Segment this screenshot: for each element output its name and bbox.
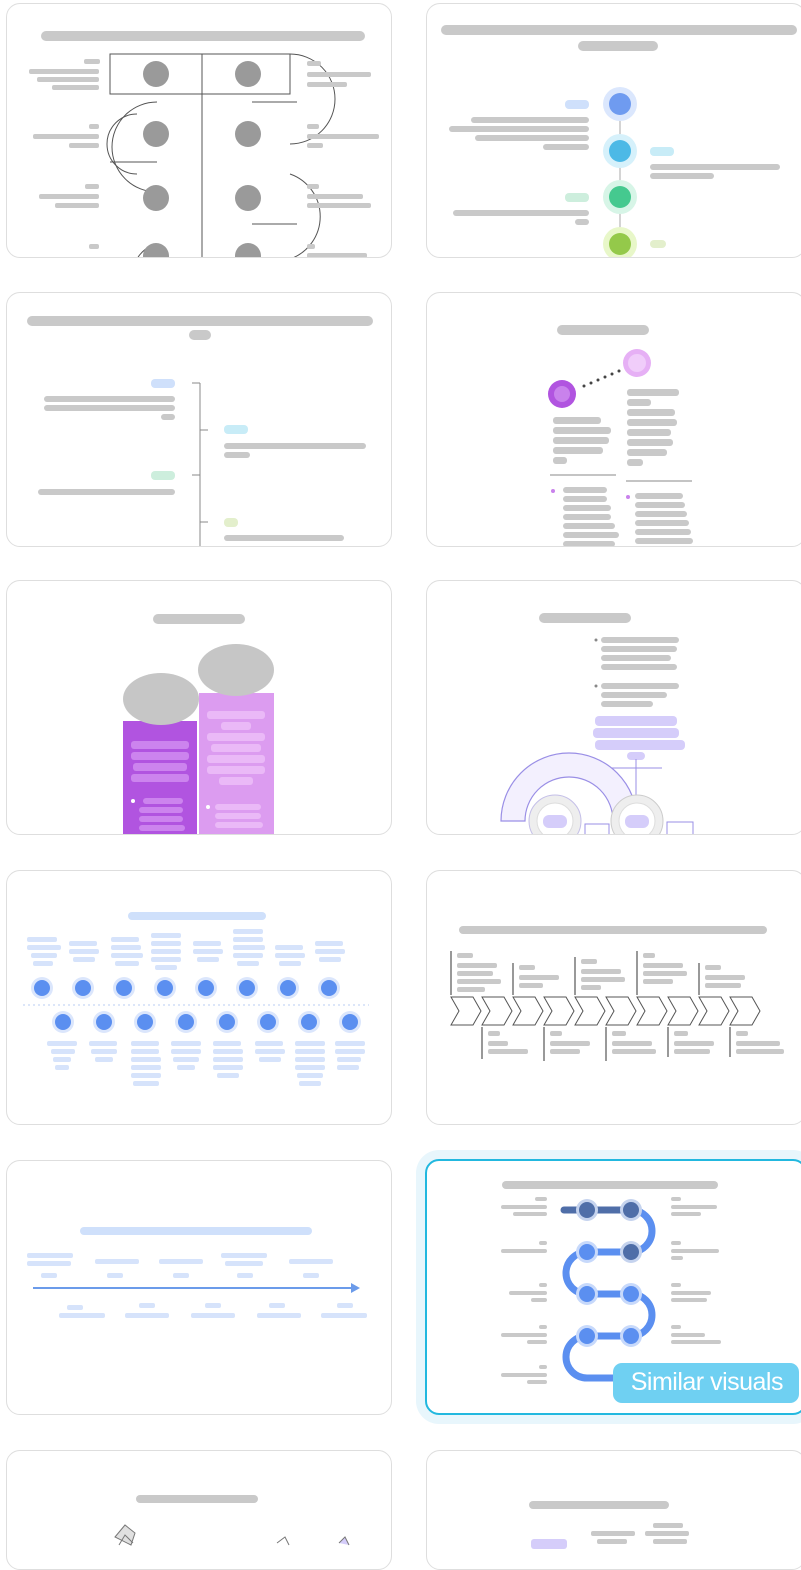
card-blue-serpentine[interactable]: Similar visuals [425, 1159, 801, 1415]
card-text-partial[interactable] [426, 1450, 801, 1570]
card-semicircle-diagram[interactable] [426, 580, 801, 835]
similar-visuals-badge[interactable]: Similar visuals [612, 1363, 799, 1403]
card-vertical-dot-timeline[interactable] [426, 3, 801, 258]
card-vertical-line-timeline[interactable] [6, 292, 392, 547]
card-illustration-partial[interactable] [6, 1450, 392, 1570]
card-chevron-process[interactable] [426, 870, 801, 1125]
card-arrow-timeline[interactable] [6, 1160, 392, 1415]
card-serpentine-grey[interactable] [6, 3, 392, 258]
card-blue-dot-rows[interactable] [6, 870, 392, 1125]
card-purple-pillars[interactable] [6, 580, 392, 835]
card-two-circle-comparison[interactable] [426, 292, 801, 547]
